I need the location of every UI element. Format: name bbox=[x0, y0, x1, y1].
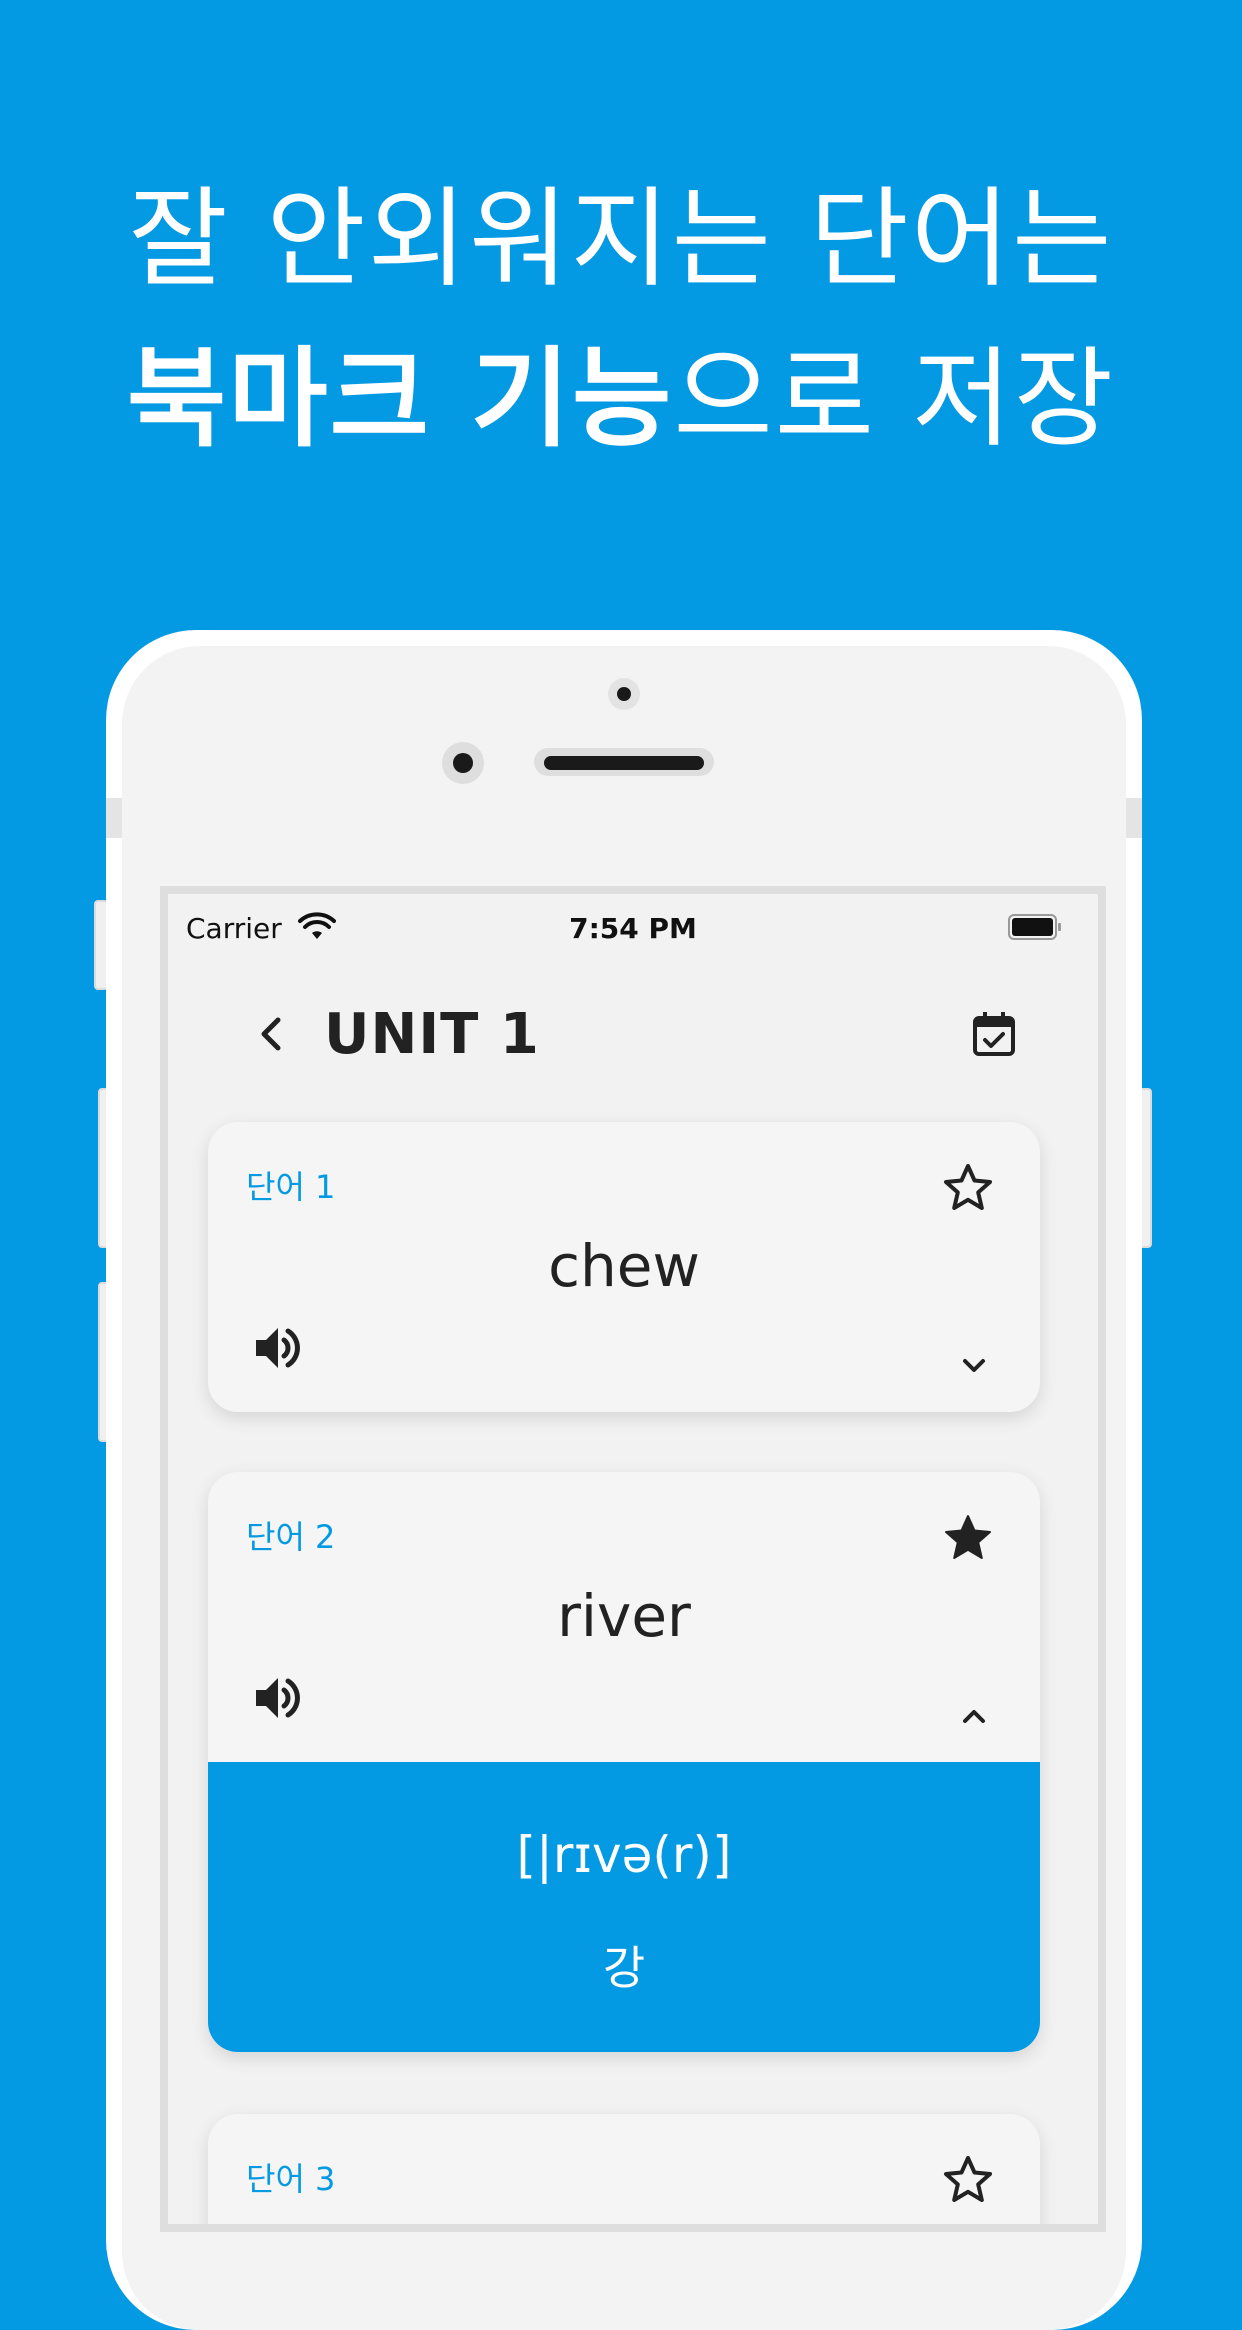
word-text: chew bbox=[548, 1232, 700, 1300]
front-camera bbox=[442, 742, 484, 784]
phone-screen: Carrier 7:54 PM UNIT 1 단어 1 chew 단어 2 ri… bbox=[160, 886, 1106, 2232]
word-card[interactable]: 단어 3 bbox=[208, 2114, 1040, 2224]
word-card[interactable]: 단어 1 chew bbox=[208, 1122, 1040, 1412]
phone-antenna-band bbox=[106, 798, 122, 838]
proximity-sensor bbox=[608, 678, 640, 710]
headline-line-1: 잘 안외워지는 단어는 bbox=[128, 177, 1114, 302]
page-title: UNIT 1 bbox=[324, 1002, 540, 1067]
headline-line-2: 북마크 기능으로 저장 bbox=[0, 320, 1242, 480]
battery-icon bbox=[1008, 914, 1061, 940]
word-card[interactable]: 단어 2 river [|rɪvə(r)] 강 bbox=[208, 1472, 1040, 2052]
back-icon[interactable] bbox=[248, 1010, 296, 1058]
headline-rest-text: 으로 저장 bbox=[673, 337, 1116, 462]
star-outline-icon[interactable] bbox=[940, 1160, 996, 1216]
speaker-icon[interactable] bbox=[248, 1668, 308, 1728]
word-number-label: 단어 2 bbox=[246, 1518, 336, 1556]
nav-bar: UNIT 1 bbox=[168, 990, 1098, 1080]
word-number-label: 단어 1 bbox=[246, 1168, 336, 1206]
earpiece-speaker bbox=[534, 748, 714, 776]
word-number-label: 단어 3 bbox=[246, 2160, 336, 2198]
speaker-icon[interactable] bbox=[248, 1318, 308, 1378]
calendar-check-icon[interactable] bbox=[968, 1008, 1020, 1060]
chevron-up-icon[interactable] bbox=[956, 1698, 992, 1734]
star-filled-icon[interactable] bbox=[940, 1510, 996, 1566]
phone-antenna-band bbox=[1126, 798, 1142, 838]
meaning-text: 강 bbox=[602, 1941, 646, 1995]
word-text: river bbox=[557, 1582, 691, 1650]
status-time: 7:54 PM bbox=[569, 912, 697, 945]
star-outline-icon[interactable] bbox=[940, 2152, 996, 2208]
status-bar: Carrier 7:54 PM bbox=[168, 894, 1098, 954]
pronunciation-text: [|rɪvə(r)] bbox=[516, 1826, 732, 1884]
promo-headline: 잘 안외워지는 단어는 북마크 기능으로 저장 bbox=[0, 160, 1242, 480]
chevron-down-icon[interactable] bbox=[956, 1348, 992, 1384]
headline-bold-text: 북마크 기능 bbox=[126, 337, 674, 462]
word-detail-panel: [|rɪvə(r)] 강 bbox=[208, 1762, 1040, 2052]
